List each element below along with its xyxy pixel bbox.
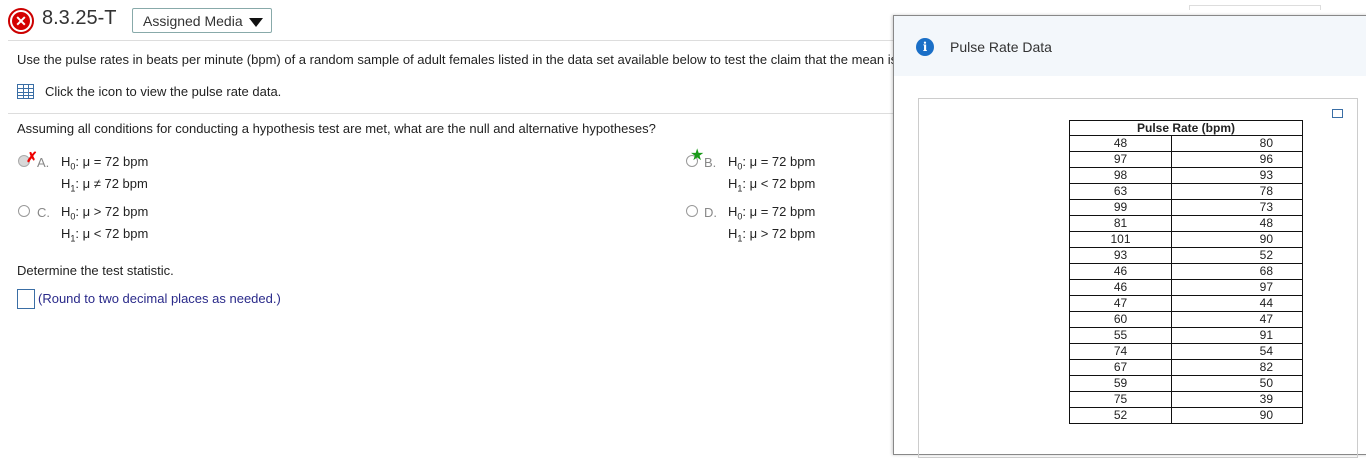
part2-prompt: Determine the test statistic.	[17, 263, 174, 278]
data-link-text: Click the icon to view the pulse rate da…	[45, 84, 282, 99]
popup-header: i Pulse Rate Data	[894, 16, 1366, 76]
option-a-h0: H0: μ = 72 bpm	[61, 154, 149, 172]
table-cell: 97	[1171, 279, 1303, 296]
table-cell: 63	[1069, 183, 1172, 200]
table-cell: 78	[1171, 183, 1303, 200]
table-cell: 97	[1069, 151, 1172, 168]
data-pane: Pulse Rate (bpm) 48 80 97 96 98 93 63 78 99 73 81 4…	[918, 98, 1358, 458]
table-row: 97 96	[1069, 151, 1303, 168]
table-cell: 90	[1171, 231, 1303, 248]
table-row: 47 44	[1069, 295, 1303, 312]
table-cell: 60	[1069, 311, 1172, 328]
table-cell: 46	[1069, 263, 1172, 280]
table-cell: 52	[1171, 247, 1303, 264]
option-b-h1: H1: μ < 72 bpm	[728, 176, 816, 194]
table-cell: 59	[1069, 375, 1172, 392]
table-cell: 90	[1171, 407, 1303, 424]
table-cell: 98	[1069, 167, 1172, 184]
table-cell: 68	[1171, 263, 1303, 280]
table-cell: 75	[1069, 391, 1172, 408]
table-row: 63 78	[1069, 183, 1303, 200]
assigned-media-label: Assigned Media	[143, 13, 243, 29]
table-cell: 48	[1069, 135, 1172, 152]
option-d-letter: D.	[704, 205, 717, 220]
option-c-h1: H1: μ < 72 bpm	[61, 226, 149, 244]
table-cell: 48	[1171, 215, 1303, 232]
data-table-icon[interactable]	[17, 84, 34, 99]
table-row: 93 52	[1069, 247, 1303, 264]
option-a-h1: H1: μ ≠ 72 bpm	[61, 176, 148, 194]
part1-prompt: Assuming all conditions for conducting a…	[17, 121, 656, 136]
table-cell: 80	[1171, 135, 1303, 152]
table-cell: 67	[1069, 359, 1172, 376]
divider	[8, 40, 898, 41]
option-a-letter: A.	[37, 155, 50, 170]
table-row: 99 73	[1069, 199, 1303, 216]
table-cell: 82	[1171, 359, 1303, 376]
option-b-letter: B.	[704, 155, 717, 170]
table-row: 75 39	[1069, 391, 1303, 408]
dropdown-arrow-icon	[249, 18, 263, 27]
option-c-radio[interactable]	[18, 205, 30, 217]
problem-id: 8.3.25-T	[42, 7, 117, 29]
table-cell: 93	[1171, 167, 1303, 184]
table-row: 67 82	[1069, 359, 1303, 376]
table-cell: 91	[1171, 327, 1303, 344]
test-statistic-input[interactable]	[17, 289, 35, 309]
window-tab-edge	[1189, 5, 1321, 10]
table-cell: 47	[1069, 295, 1172, 312]
question-intro: Use the pulse rates in beats per minute …	[17, 52, 893, 67]
info-icon: i	[916, 38, 934, 56]
option-c-h0: H0: μ > 72 bpm	[61, 204, 149, 222]
table-row: 52 90	[1069, 407, 1303, 424]
table-cell: 44	[1171, 295, 1303, 312]
correct-star-icon: ★	[690, 147, 705, 164]
option-b-h0: H0: μ = 72 bpm	[728, 154, 816, 172]
pulse-rate-data-popup: i Pulse Rate Data Pulse Rate (bpm) 48 80 9…	[893, 15, 1366, 458]
table-row: 55 91	[1069, 327, 1303, 344]
table-cell: 73	[1171, 199, 1303, 216]
table-cell: 47	[1171, 311, 1303, 328]
table-header: Pulse Rate (bpm)	[1069, 120, 1303, 136]
table-row: 46 68	[1069, 263, 1303, 280]
table-cell: 54	[1171, 343, 1303, 360]
pulse-rate-table: Pulse Rate (bpm) 48 80 97 96 98 93 63 78 99 73 81 4…	[1069, 120, 1303, 424]
table-cell: 39	[1171, 391, 1303, 408]
table-cell: 101	[1069, 231, 1172, 248]
option-d-h1: H1: μ > 72 bpm	[728, 226, 816, 244]
table-row: 48 80	[1069, 135, 1303, 152]
incorrect-icon: ✕	[8, 8, 34, 34]
table-cell: 81	[1069, 215, 1172, 232]
table-row: 60 47	[1069, 311, 1303, 328]
rounding-hint: (Round to two decimal places as needed.)	[38, 291, 281, 306]
table-row: 81 48	[1069, 215, 1303, 232]
popup-title: Pulse Rate Data	[950, 39, 1052, 55]
option-c-letter: C.	[37, 205, 50, 220]
table-cell: 74	[1069, 343, 1172, 360]
incorrect-mark-icon: ✗	[26, 149, 38, 165]
table-row: 59 50	[1069, 375, 1303, 392]
table-cell: 52	[1069, 407, 1172, 424]
table-row: 101 90	[1069, 231, 1303, 248]
assigned-media-button[interactable]: Assigned Media	[132, 8, 272, 33]
divider	[8, 113, 893, 114]
copy-icon[interactable]	[1332, 109, 1343, 118]
table-row: 74 54	[1069, 343, 1303, 360]
table-cell: 99	[1069, 199, 1172, 216]
option-d-h0: H0: μ = 72 bpm	[728, 204, 816, 222]
table-row: 98 93	[1069, 167, 1303, 184]
table-cell: 96	[1171, 151, 1303, 168]
option-d-radio[interactable]	[686, 205, 698, 217]
table-cell: 93	[1069, 247, 1172, 264]
table-cell: 55	[1069, 327, 1172, 344]
table-cell: 46	[1069, 279, 1172, 296]
table-row: 46 97	[1069, 279, 1303, 296]
table-cell: 50	[1171, 375, 1303, 392]
